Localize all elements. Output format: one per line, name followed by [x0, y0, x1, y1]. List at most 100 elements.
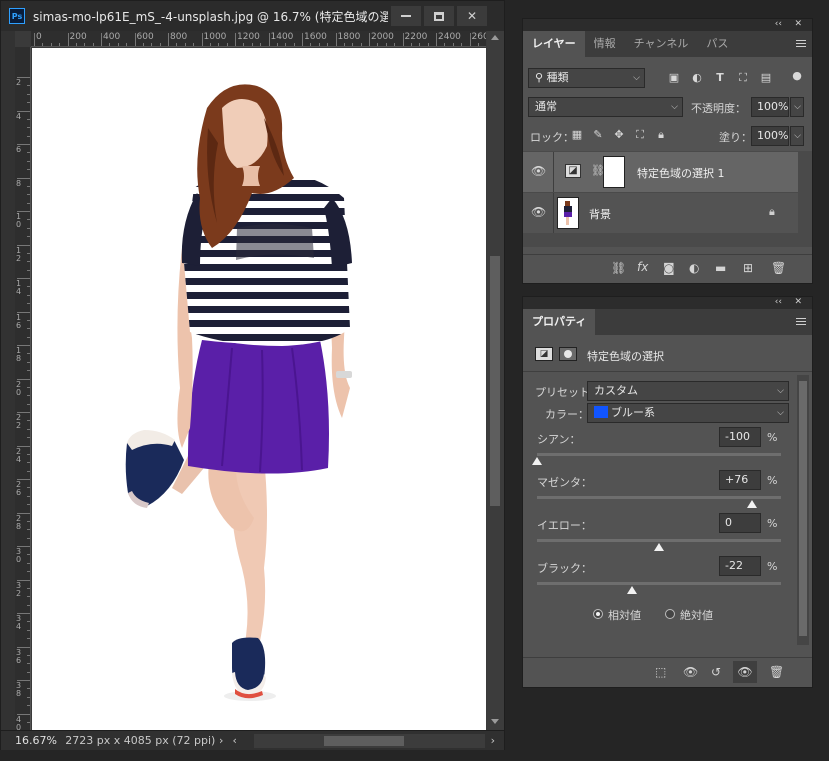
delete-layer-trash-icon[interactable]: 🗑︎	[771, 261, 786, 275]
image-canvas[interactable]	[32, 48, 486, 731]
document-titlebar[interactable]: Ps simas-mo-lp61E_mS_-4-unsplash.jpg @ 1…	[1, 1, 504, 31]
preset-dropdown[interactable]: カスタム ⌵	[587, 381, 789, 401]
tab-paths[interactable]: パス	[697, 31, 737, 57]
tab-info[interactable]: 情報	[585, 31, 625, 57]
reset-adjustments-icon[interactable]: ↺	[711, 665, 721, 679]
horizontal-scroll-thumb[interactable]	[323, 735, 404, 746]
color-dropdown[interactable]: ブルー系 ⌵	[587, 403, 789, 423]
horizontal-ruler[interactable]: 0 200 400 600 800 1000 1200 1400 1600 1800 2000 220…	[31, 31, 486, 47]
lock-all-icon[interactable]: 🔒︎	[653, 127, 669, 143]
horizontal-scrollbar[interactable]	[253, 733, 485, 748]
new-group-folder-icon[interactable]: ▬	[715, 261, 726, 275]
slider-unit: %	[767, 431, 778, 444]
ruler-label: 3 8	[16, 681, 22, 698]
lock-transparent-icon[interactable]: ▦	[569, 127, 585, 143]
link-layers-icon[interactable]: ⛓	[611, 261, 626, 275]
maximize-button[interactable]	[424, 6, 454, 26]
filter-pixel-icon[interactable]: ▣	[666, 70, 682, 86]
adjustment-mode-icon[interactable]: ◪	[535, 347, 553, 361]
scroll-left-icon[interactable]: ‹	[232, 734, 245, 747]
blend-mode-dropdown[interactable]: 通常 ⌵	[528, 97, 683, 117]
collapse-panel-icon[interactable]: ‹‹	[775, 297, 782, 307]
chevron-down-icon: ⌵	[777, 408, 784, 418]
vertical-scrollbar[interactable]	[487, 31, 504, 731]
ruler-label: 2 4	[16, 446, 22, 464]
radio-relative[interactable]	[593, 609, 603, 619]
filter-toggle-icon[interactable]: ●	[789, 68, 805, 84]
ruler-minor-tick	[27, 529, 30, 531]
mask-mode-icon[interactable]	[559, 347, 577, 361]
properties-header-title: 特定色域の選択	[587, 350, 664, 363]
filter-smartobject-icon[interactable]: ▤	[758, 70, 774, 86]
slider-track[interactable]	[537, 539, 781, 542]
slider-value-input[interactable]: -22	[719, 556, 761, 576]
slider-track[interactable]	[537, 496, 781, 499]
slider-knob[interactable]	[654, 543, 664, 551]
radio-absolute[interactable]	[665, 609, 675, 619]
ruler-label: 2 2	[16, 413, 22, 430]
properties-scroll-thumb[interactable]	[799, 381, 807, 636]
ruler-minor-tick	[27, 353, 30, 355]
lock-artboard-icon[interactable]: ⛶	[632, 127, 648, 143]
slider-value-input[interactable]: 0	[719, 513, 761, 533]
visibility-eye-icon[interactable]: 👁︎	[531, 164, 546, 178]
ruler-tick	[134, 33, 136, 46]
visibility-eye-icon[interactable]: 👁︎	[531, 205, 546, 219]
close-panel-icon[interactable]: ✕	[794, 297, 802, 307]
ruler-minor-tick	[27, 269, 30, 271]
lock-position-move-icon[interactable]: ✥	[611, 127, 627, 143]
layer-row-background[interactable]: 👁︎ 背景 🔒︎	[523, 193, 798, 233]
ruler-minor-tick	[27, 403, 30, 405]
ruler-minor-tick	[59, 43, 61, 46]
lock-image-brush-icon[interactable]: ✎	[590, 127, 606, 143]
opacity-slider-toggle[interactable]: ⌵	[790, 97, 804, 117]
new-adjustment-icon[interactable]: ◐	[689, 261, 699, 275]
vertical-ruler[interactable]: 2 4 6 8 1 0 1 2 1 4 1 6 1 8 2 0 2 2 2 4 2 6 2 8 3 0 3 2…	[15, 47, 31, 731]
new-layer-icon[interactable]: ⊞	[743, 261, 753, 275]
properties-panel-topbar[interactable]: ‹‹ ✕	[523, 297, 812, 309]
slider-knob[interactable]	[627, 586, 638, 594]
panel-menu-icon[interactable]	[796, 40, 806, 49]
slider-knob[interactable]	[746, 500, 757, 508]
slider-track[interactable]	[537, 582, 781, 585]
vertical-scroll-thumb[interactable]	[490, 256, 500, 506]
zoom-level[interactable]: 16.67%	[1, 734, 57, 747]
fill-input[interactable]: 100%	[751, 126, 789, 146]
close-panel-icon[interactable]: ✕	[794, 19, 802, 29]
layer-mask-thumbnail[interactable]	[603, 156, 625, 188]
slider-track[interactable]	[537, 453, 781, 456]
toggle-visibility-eye-icon[interactable]: 👁︎	[733, 661, 757, 683]
tab-layers[interactable]: レイヤー	[523, 31, 585, 57]
minimize-button[interactable]	[391, 6, 421, 26]
slider-value-input[interactable]: +76	[719, 470, 761, 490]
fill-slider-toggle[interactable]: ⌵	[790, 126, 804, 146]
layer-filter-dropdown[interactable]: ⚲ 種類 ⌵	[528, 68, 645, 88]
status-menu-chevron-icon[interactable]: ›	[219, 734, 232, 747]
clip-to-layer-icon[interactable]: ⬚	[655, 665, 666, 679]
tab-properties[interactable]: プロパティ	[523, 309, 596, 335]
ruler-minor-tick	[27, 487, 30, 489]
ruler-minor-tick	[27, 604, 30, 606]
collapse-panel-icon[interactable]: ‹‹	[775, 19, 782, 29]
delete-adjustment-trash-icon[interactable]: 🗑︎	[769, 665, 784, 679]
filter-adjustment-icon[interactable]: ◐	[689, 70, 705, 86]
scroll-right-icon[interactable]: ›	[491, 734, 504, 747]
scroll-up-icon[interactable]	[491, 35, 499, 40]
scroll-down-icon[interactable]	[491, 719, 499, 724]
ruler-minor-tick	[27, 135, 30, 137]
fx-icon[interactable]: fx	[637, 260, 648, 274]
panel-menu-icon[interactable]	[796, 318, 806, 327]
add-mask-icon[interactable]: ◙	[663, 261, 675, 275]
filter-type-icon[interactable]: T	[712, 70, 728, 86]
layer-row-selective-color[interactable]: 👁︎ ◪ ⛓ 特定色域の選択 1	[523, 152, 798, 192]
properties-scrollbar[interactable]	[797, 375, 809, 645]
close-button[interactable]: ✕	[457, 6, 487, 26]
layers-panel-topbar[interactable]: ‹‹ ✕	[523, 19, 812, 31]
tab-channels[interactable]: チャンネル	[625, 31, 698, 57]
ruler-minor-tick	[27, 596, 30, 598]
opacity-input[interactable]: 100%	[751, 97, 789, 117]
view-previous-state-icon[interactable]: 👁︎	[683, 665, 698, 679]
slider-knob[interactable]	[532, 457, 542, 465]
filter-shape-icon[interactable]: ⛶	[735, 70, 751, 86]
slider-value-input[interactable]: -100	[719, 427, 761, 447]
